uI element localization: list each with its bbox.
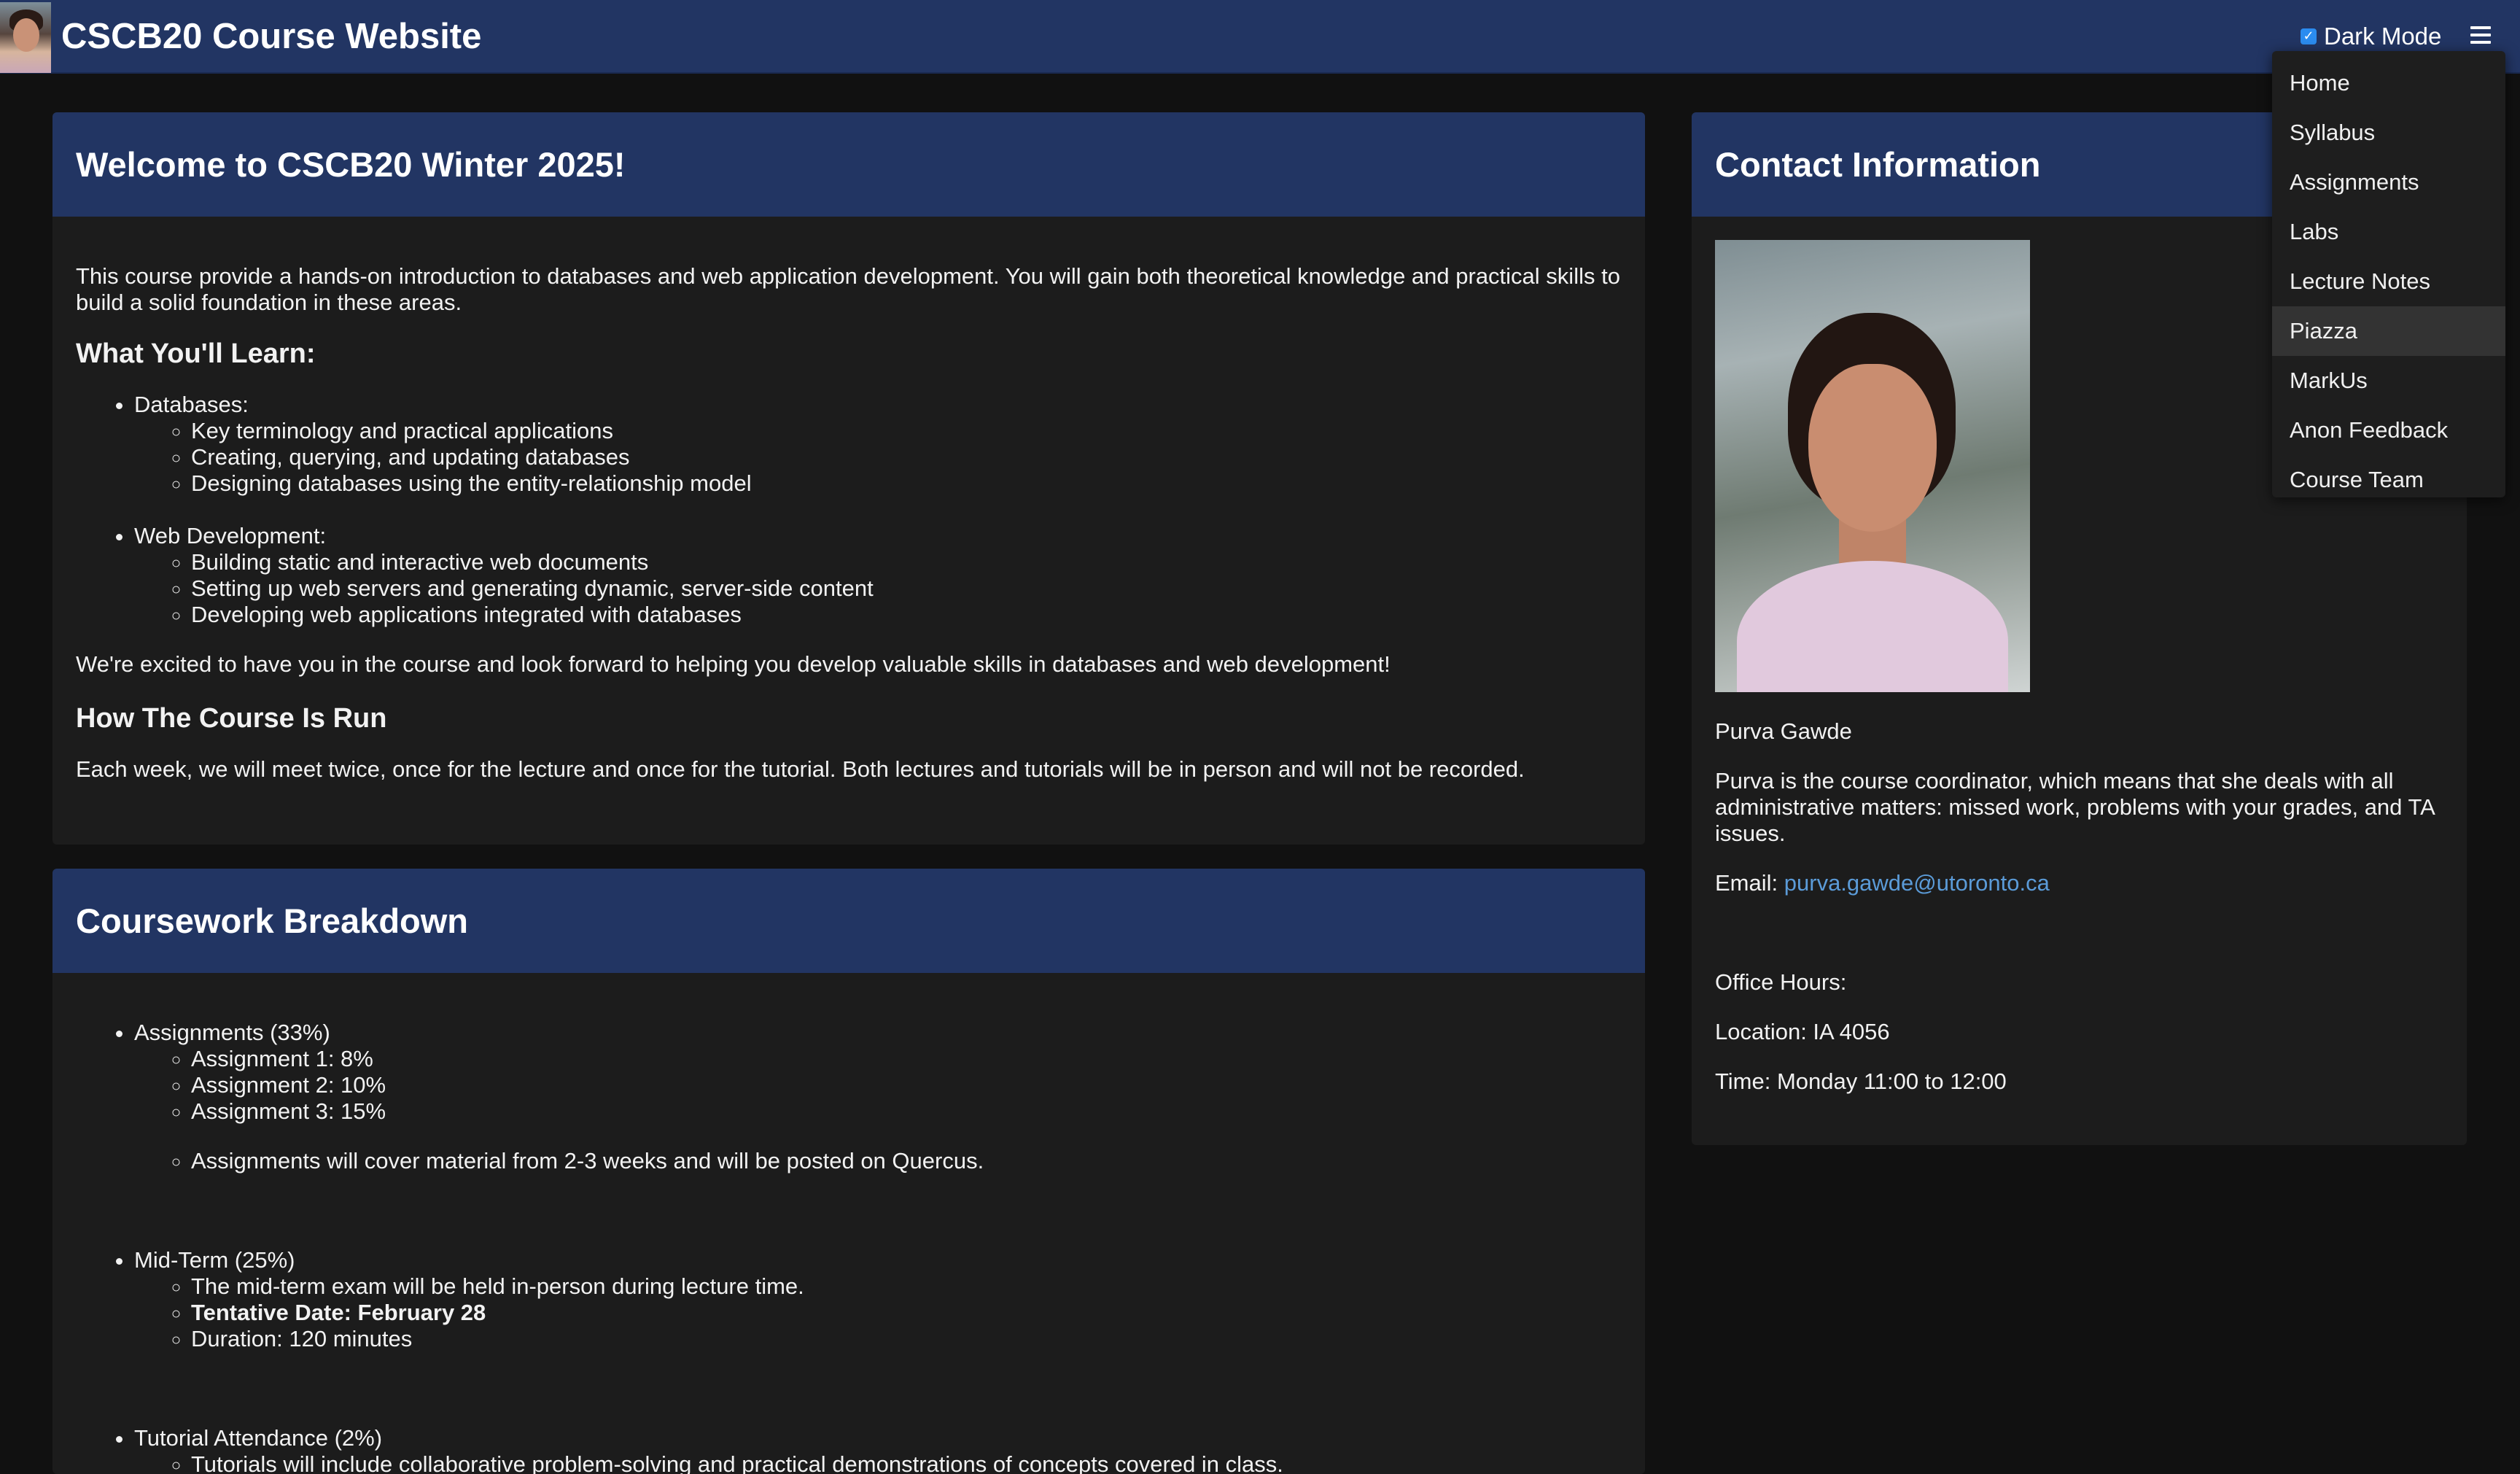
email-line: Email: purva.gawde@utoronto.ca [1715, 870, 2443, 896]
coursework-midterm: Mid-Term (25%) The mid-term exam will be… [134, 1247, 1622, 1352]
top-navbar: CSCB20 Course Website ✓ Dark Mode [0, 0, 2520, 74]
list-item: Designing databases using the entity-rel… [191, 470, 1622, 497]
list-item: Creating, querying, and updating databas… [191, 444, 1622, 470]
menu-item-labs[interactable]: Labs [2272, 207, 2505, 257]
nav-dropdown-menu: Home Syllabus Assignments Labs Lecture N… [2272, 51, 2505, 497]
assignments-note-list: Assignments will cover material from 2-3… [134, 1148, 1622, 1174]
topic-databases: Databases: Key terminology and practical… [134, 392, 1622, 497]
topics-list: Databases: Key terminology and practical… [76, 392, 1622, 628]
site-title[interactable]: CSCB20 Course Website [61, 16, 481, 57]
menu-item-markus[interactable]: MarkUs [2272, 356, 2505, 406]
menu-item-course-team[interactable]: Course Team [2272, 455, 2505, 505]
learn-heading: What You'll Learn: [76, 338, 316, 369]
coursework-card-body: Assignments (33%) Assignment 1: 8% Assig… [52, 1020, 1645, 1474]
list-item: Developing web applications integrated w… [191, 602, 1622, 628]
hamburger-line [2470, 34, 2491, 36]
list-item: Setting up web servers and generating dy… [191, 575, 1622, 602]
course-run-heading: How The Course Is Run [76, 703, 387, 734]
office-time: Time: Monday 11:00 to 12:00 [1715, 1068, 2007, 1094]
course-run-text: Each week, we will meet twice, once for … [76, 756, 1525, 782]
midterm-sublist: The mid-term exam will be held in-person… [134, 1273, 1622, 1352]
coursework-title: Coursework Breakdown [76, 901, 469, 940]
hamburger-line [2470, 26, 2491, 29]
avatar-face [13, 18, 39, 52]
assignments-sublist: Assignment 1: 8% Assignment 2: 10% Assig… [134, 1046, 1622, 1125]
coursework-card: Coursework Breakdown Assignments (33%) A… [52, 869, 1645, 1474]
topic-sublist: Key terminology and practical applicatio… [134, 418, 1622, 497]
coursework-tutorial: Tutorial Attendance (2%) Tutorials will … [134, 1425, 1622, 1474]
tutorial-sublist: Tutorials will include collaborative pro… [134, 1451, 1622, 1474]
welcome-card-body: This course provide a hands-on introduct… [52, 263, 1645, 783]
photo-shirt [1737, 561, 2008, 692]
topic-sublist: Building static and interactive web docu… [134, 549, 1622, 628]
dark-mode-label[interactable]: Dark Mode [2324, 23, 2441, 50]
menu-item-piazza[interactable]: Piazza [2272, 306, 2505, 356]
list-item: Assignment 1: 8% [191, 1046, 1622, 1072]
menu-item-anon-feedback[interactable]: Anon Feedback [2272, 406, 2505, 455]
list-item: Building static and interactive web docu… [191, 549, 1622, 575]
assignments-label: Assignments (33%) [134, 1020, 330, 1045]
topic-web-development: Web Development: Building static and int… [134, 523, 1622, 628]
hamburger-menu-icon[interactable] [2470, 26, 2491, 44]
midterm-label: Mid-Term (25%) [134, 1247, 295, 1273]
contact-title: Contact Information [1715, 145, 2041, 184]
welcome-intro: This course provide a hands-on introduct… [76, 263, 1620, 315]
dark-mode-checkbox[interactable]: ✓ [2301, 28, 2317, 44]
photo-face [1808, 364, 1937, 532]
welcome-closing: We're excited to have you in the course … [76, 651, 1391, 677]
avatar [0, 2, 51, 73]
coordinator-photo [1715, 240, 2030, 692]
list-item: Tentative Date: February 28 [191, 1300, 1622, 1326]
assignments-note: Assignments will cover material from 2-3… [191, 1148, 1622, 1174]
list-item: Key terminology and practical applicatio… [191, 418, 1622, 444]
tutorial-label: Tutorial Attendance (2%) [134, 1425, 383, 1451]
topic-label: Databases: [134, 392, 249, 417]
list-item: Assignment 3: 15% [191, 1098, 1622, 1125]
list-item: The mid-term exam will be held in-person… [191, 1273, 1622, 1300]
email-label: Email: [1715, 870, 1778, 896]
coursework-card-header: Coursework Breakdown [52, 869, 1645, 973]
welcome-card: Welcome to CSCB20 Winter 2025! This cour… [52, 112, 1645, 845]
menu-item-assignments[interactable]: Assignments [2272, 158, 2505, 207]
list-item: Duration: 120 minutes [191, 1326, 1622, 1352]
welcome-title: Welcome to CSCB20 Winter 2025! [76, 145, 626, 184]
coursework-assignments: Assignments (33%) Assignment 1: 8% Assig… [134, 1020, 1622, 1174]
coordinator-name: Purva Gawde [1715, 718, 1852, 744]
coordinator-description: Purva is the course coordinator, which m… [1715, 768, 2435, 846]
office-hours-label: Office Hours: [1715, 969, 1847, 995]
menu-item-syllabus[interactable]: Syllabus [2272, 108, 2505, 158]
menu-item-lecture-notes[interactable]: Lecture Notes [2272, 257, 2505, 306]
list-item: Tutorials will include collaborative pro… [191, 1451, 1622, 1474]
list-item: Assignment 2: 10% [191, 1072, 1622, 1098]
topic-label: Web Development: [134, 523, 327, 548]
dark-mode-toggle[interactable]: ✓ Dark Mode [2301, 22, 2441, 51]
menu-item-home[interactable]: Home [2272, 58, 2505, 108]
welcome-card-header: Welcome to CSCB20 Winter 2025! [52, 112, 1645, 217]
hamburger-line [2470, 41, 2491, 44]
coursework-list: Assignments (33%) Assignment 1: 8% Assig… [76, 1020, 1622, 1474]
office-location: Location: IA 4056 [1715, 1019, 1890, 1044]
email-link[interactable]: purva.gawde@utoronto.ca [1784, 870, 2050, 896]
